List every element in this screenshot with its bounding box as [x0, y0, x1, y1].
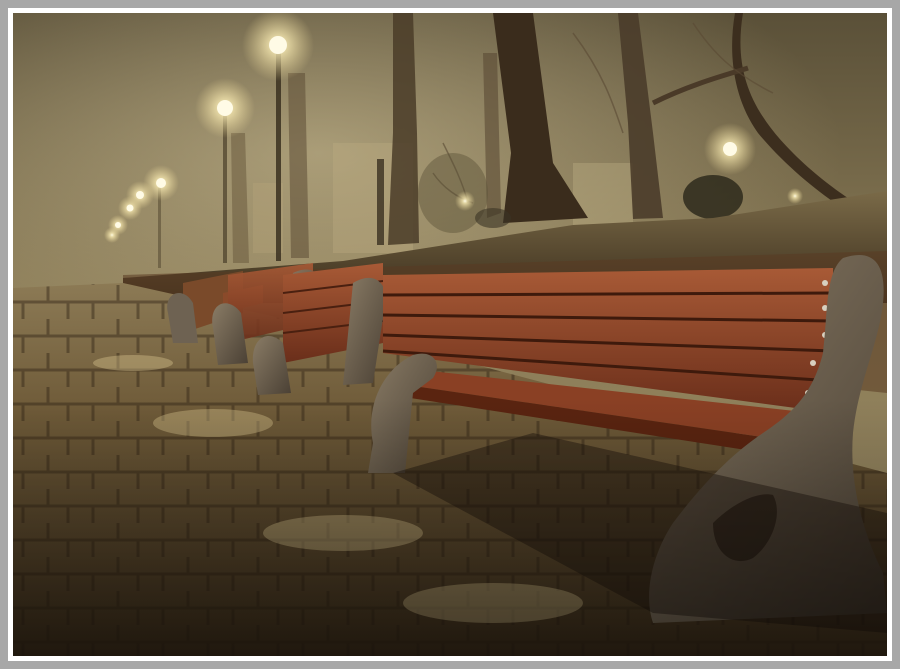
- vignette: [13, 13, 887, 656]
- photograph: [13, 13, 887, 656]
- night-park-scene: [13, 13, 887, 656]
